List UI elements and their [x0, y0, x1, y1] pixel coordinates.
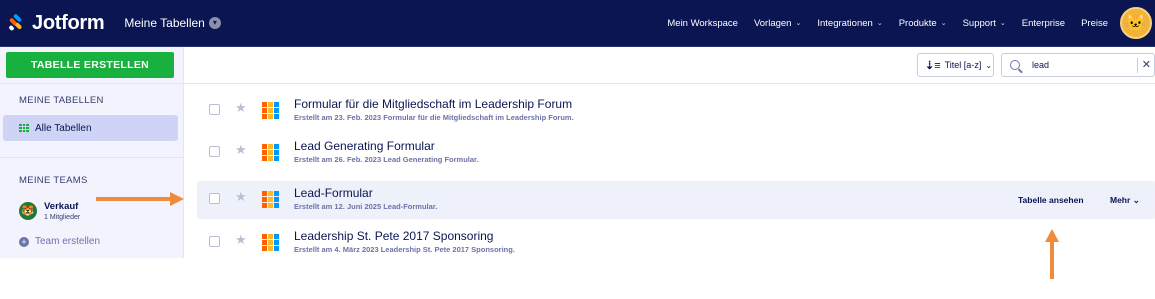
star-icon[interactable]: ★ [235, 232, 247, 248]
nav-item-products[interactable]: Produkte ⌄ [899, 18, 947, 29]
search-icon [1010, 60, 1020, 70]
nav-item-support[interactable]: Support ⌄ [963, 18, 1006, 29]
chevron-down-icon: ▾ [208, 17, 221, 29]
sidebar-item-team-verkauf[interactable]: 🐯 Verkauf 1 Mitglieder [19, 202, 80, 221]
tables-app-icon [262, 102, 279, 119]
jotform-logo-icon [8, 13, 26, 32]
sort-dropdown[interactable]: ⇣≡ Titel [a-z] ⌄ [917, 53, 994, 77]
tables-app-icon [262, 144, 279, 161]
create-team-button[interactable]: + Team erstellen [19, 236, 100, 247]
list-toolbar: ⇣≡ Titel [a-z] ⌄ ✕ [184, 47, 1155, 84]
search-separator [1137, 58, 1138, 73]
annotation-arrow-up [1050, 241, 1054, 279]
team-member-count: 1 Mitglieder [44, 213, 81, 221]
row-subtitle: Erstellt am 4. März 2023 Leadership St. … [294, 245, 515, 254]
nav-item-workspace[interactable]: Mein Workspace [667, 18, 738, 29]
chevron-down-icon: ⌄ [876, 20, 883, 27]
clear-search-icon[interactable]: ✕ [1142, 58, 1151, 71]
tables-app-icon [262, 234, 279, 251]
chevron-down-icon: ⌄ [999, 20, 1006, 27]
tables-app-icon [262, 191, 279, 208]
annotation-arrow-head [1045, 229, 1059, 242]
logo-text: Jotform [32, 11, 105, 34]
row-title[interactable]: Lead Generating Formular [294, 139, 435, 153]
star-icon[interactable]: ★ [235, 100, 247, 116]
row-checkbox[interactable] [209, 193, 220, 204]
chevron-down-icon: ⌄ [940, 20, 947, 27]
nav-item-integrations[interactable]: Integrationen ⌄ [817, 18, 882, 29]
plus-circle-icon: + [19, 236, 29, 247]
annotation-arrow-head [170, 192, 184, 206]
row-title[interactable]: Lead-Formular [294, 186, 373, 200]
team-avatar: 🐯 [19, 202, 37, 221]
view-table-button[interactable]: Tabelle ansehen [1018, 195, 1084, 205]
sidebar: TABELLE ERSTELLEN MEINE TABELLEN Alle Ta… [0, 47, 184, 258]
sort-label: Titel [a-z] [944, 60, 982, 70]
main-nav: Mein Workspace Vorlagen ⌄ Integrationen ⌄ … [651, 7, 1155, 39]
jotform-logo[interactable]: Jotform [8, 11, 105, 35]
row-checkbox[interactable] [209, 104, 220, 115]
sidebar-item-label: Alle Tabellen [35, 122, 92, 134]
nav-item-enterprise[interactable]: Enterprise [1022, 18, 1065, 29]
table-row-hovered[interactable]: ★ Lead-Formular Erstellt am 12. Juni 202… [197, 181, 1155, 219]
row-subtitle: Erstellt am 12. Juni 2025 Lead-Formular. [294, 202, 438, 211]
sidebar-divider [0, 157, 184, 158]
search-box: ✕ [1001, 53, 1155, 77]
row-subtitle: Erstellt am 23. Feb. 2023 Formular für d… [294, 113, 574, 122]
sidebar-item-all-tables[interactable]: Alle Tabellen [3, 115, 178, 141]
create-table-button[interactable]: TABELLE ERSTELLEN [6, 52, 174, 78]
my-tables-heading: MEINE TABELLEN [19, 95, 104, 106]
annotation-arrow-right [96, 197, 172, 201]
my-teams-heading: MEINE TEAMS [19, 175, 88, 186]
chevron-down-icon: ⌄ [1132, 195, 1140, 205]
search-input[interactable] [1032, 60, 1132, 70]
top-navigation-bar: Jotform Meine Tabellen ▾ Mein Workspace … [0, 0, 1155, 47]
nav-item-pricing[interactable]: Preise [1081, 18, 1108, 29]
breadcrumb-label: Meine Tabellen [124, 16, 205, 30]
star-icon[interactable]: ★ [235, 189, 247, 205]
sidebar-divider [0, 83, 184, 84]
breadcrumb[interactable]: Meine Tabellen ▾ [124, 16, 221, 30]
row-checkbox[interactable] [209, 236, 220, 247]
table-row[interactable]: ★ Formular für die Mitgliedschaft im Lea… [197, 92, 1155, 130]
sort-icon: ⇣≡ [925, 59, 941, 72]
row-subtitle: Erstellt am 26. Feb. 2023 Lead Generatin… [294, 155, 479, 164]
chevron-down-icon: ⌄ [985, 60, 993, 70]
more-button[interactable]: Mehr ⌄ [1110, 195, 1140, 206]
star-icon[interactable]: ★ [235, 142, 247, 158]
user-avatar[interactable]: 🐱 [1120, 7, 1152, 39]
row-checkbox[interactable] [209, 146, 220, 157]
chevron-down-icon: ⌄ [795, 20, 802, 27]
table-row[interactable]: ★ Lead Generating Formular Erstellt am 2… [197, 134, 1155, 172]
row-title[interactable]: Formular für die Mitgliedschaft im Leade… [294, 97, 572, 111]
table-row[interactable]: ★ Leadership St. Pete 2017 Sponsoring Er… [197, 224, 1155, 262]
create-team-label: Team erstellen [35, 236, 101, 247]
team-name: Verkauf [44, 201, 79, 212]
nav-item-templates[interactable]: Vorlagen ⌄ [754, 18, 801, 29]
row-title[interactable]: Leadership St. Pete 2017 Sponsoring [294, 229, 493, 243]
table-grid-icon [19, 123, 29, 133]
